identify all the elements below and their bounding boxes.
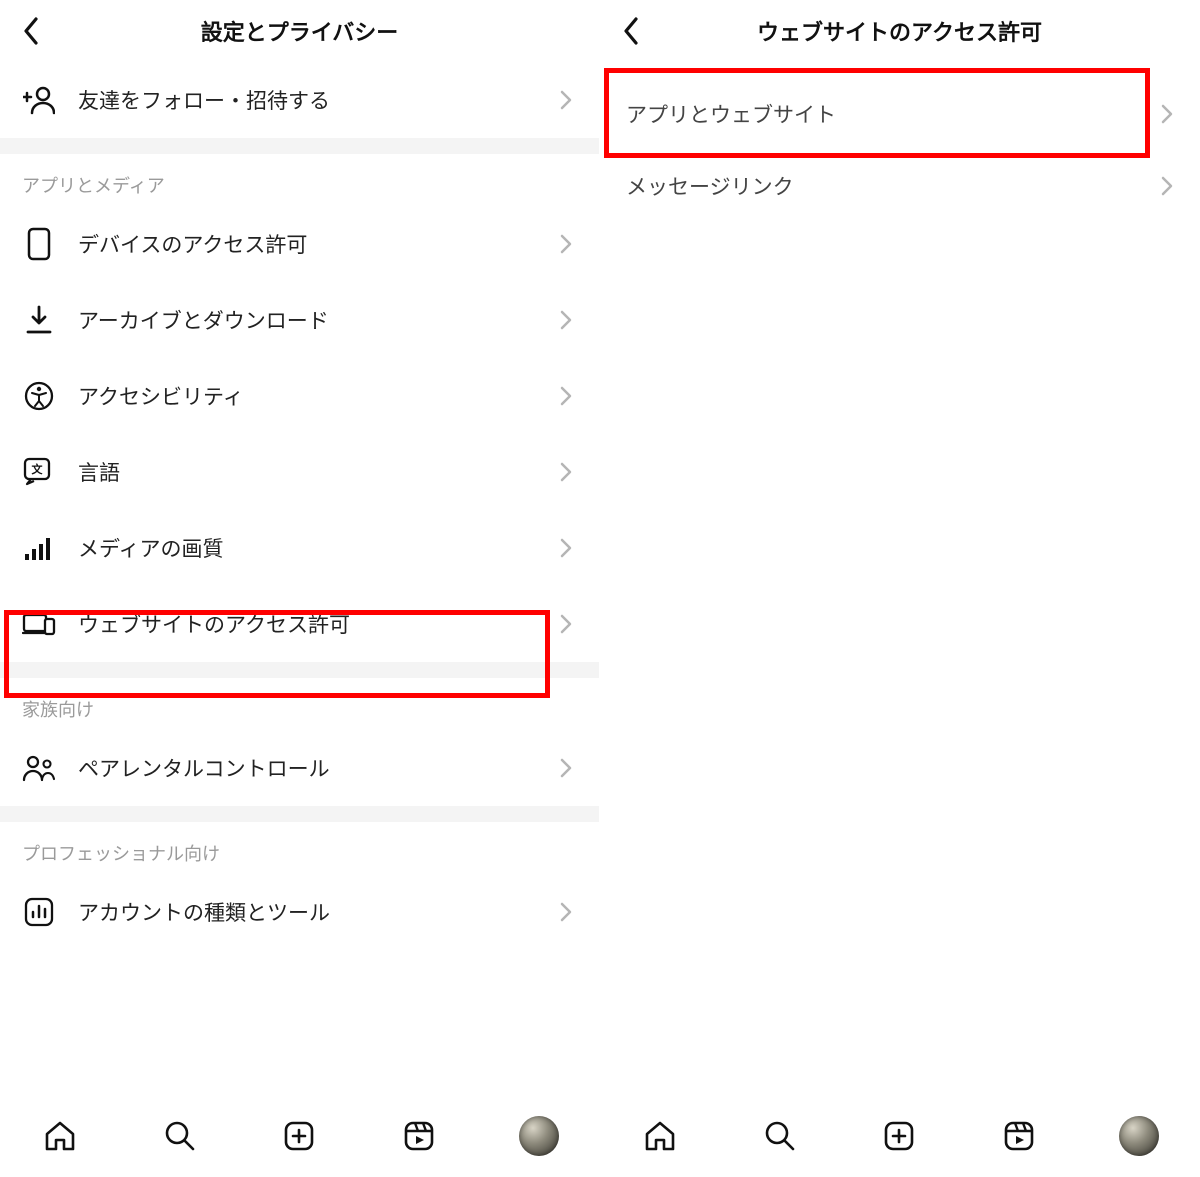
content-left: 友達をフォロー・招待する アプリとメディア デバイスのアクセス許可 [0, 62, 599, 1093]
devices-icon [22, 607, 56, 641]
row-label: 友達をフォロー・招待する [78, 85, 555, 115]
row-apps-websites[interactable]: アプリとウェブサイト [600, 78, 1199, 150]
row-accessibility[interactable]: アクセシビリティ [0, 358, 599, 434]
nav-create[interactable] [877, 1114, 921, 1158]
chevron-left-icon [22, 17, 40, 45]
section-header-apps-media: アプリとメディア [0, 154, 599, 206]
row-label: ペアレンタルコントロール [78, 753, 555, 783]
nav-search[interactable] [158, 1114, 202, 1158]
row-device-permissions[interactable]: デバイスのアクセス許可 [0, 206, 599, 282]
chevron-right-icon [555, 537, 577, 559]
chevron-right-icon [1161, 176, 1173, 196]
avatar-icon [519, 1116, 559, 1156]
row-invite-friends[interactable]: 友達をフォロー・招待する [0, 62, 599, 138]
chevron-left-icon [622, 17, 640, 45]
nav-home[interactable] [38, 1114, 82, 1158]
row-website-permissions[interactable]: ウェブサイトのアクセス許可 [0, 586, 599, 662]
content-right: アプリとウェブサイト メッセージリンク [600, 62, 1199, 1093]
bottom-nav-right [600, 1093, 1199, 1177]
home-icon [643, 1119, 677, 1153]
header-right: ウェブサイトのアクセス許可 [600, 0, 1199, 62]
accessibility-icon [22, 379, 56, 413]
language-icon: 文 [22, 455, 56, 489]
plus-square-icon [283, 1120, 315, 1152]
row-label: アクセシビリティ [78, 381, 555, 411]
chevron-right-icon [1161, 104, 1173, 124]
row-media-quality[interactable]: メディアの画質 [0, 510, 599, 586]
chevron-right-icon [555, 309, 577, 331]
chevron-right-icon [555, 613, 577, 635]
row-archive-download[interactable]: アーカイブとダウンロード [0, 282, 599, 358]
section-header-family: 家族向け [0, 678, 599, 730]
back-button[interactable] [614, 14, 648, 48]
phone-left: 設定とプライバシー 友達をフォロー・招待する アプリとメディア デバイスのア [0, 0, 600, 1177]
row-label: ウェブサイトのアクセス許可 [78, 609, 555, 639]
nav-reels[interactable] [997, 1114, 1041, 1158]
row-label: メディアの画質 [78, 533, 555, 563]
row-language[interactable]: 文 言語 [0, 434, 599, 510]
phone-right: ウェブサイトのアクセス許可 アプリとウェブサイト メッセージリンク [600, 0, 1200, 1177]
nav-create[interactable] [277, 1114, 321, 1158]
nav-profile[interactable] [1117, 1114, 1161, 1158]
chevron-right-icon [555, 757, 577, 779]
chevron-right-icon [555, 901, 577, 923]
bottom-nav-left [0, 1093, 599, 1177]
nav-profile[interactable] [517, 1114, 561, 1158]
nav-home[interactable] [638, 1114, 682, 1158]
row-label: 言語 [78, 457, 555, 487]
row-label: デバイスのアクセス許可 [78, 229, 555, 259]
search-icon [763, 1119, 797, 1153]
chevron-right-icon [555, 461, 577, 483]
phone-icon [22, 227, 56, 261]
download-icon [22, 303, 56, 337]
section-divider [0, 662, 599, 678]
section-divider [0, 138, 599, 154]
search-icon [163, 1119, 197, 1153]
avatar-icon [1119, 1116, 1159, 1156]
reels-icon [1003, 1120, 1035, 1152]
row-account-type-tools[interactable]: アカウントの種類とツール [0, 874, 599, 950]
header-left: 設定とプライバシー [0, 0, 599, 62]
nav-search[interactable] [758, 1114, 802, 1158]
home-icon [43, 1119, 77, 1153]
row-label: アーカイブとダウンロード [78, 305, 555, 335]
row-label: メッセージリンク [626, 171, 1161, 201]
nav-reels[interactable] [397, 1114, 441, 1158]
chevron-right-icon [555, 233, 577, 255]
chart-icon [22, 895, 56, 929]
svg-text:文: 文 [32, 462, 44, 476]
chevron-right-icon [555, 385, 577, 407]
people-icon [22, 751, 56, 785]
page-title: 設定とプライバシー [201, 15, 399, 47]
row-message-links[interactable]: メッセージリンク [600, 150, 1199, 222]
row-label: アプリとウェブサイト [626, 99, 1161, 129]
section-header-professional: プロフェッショナル向け [0, 822, 599, 874]
row-parental-controls[interactable]: ペアレンタルコントロール [0, 730, 599, 806]
section-divider [0, 806, 599, 822]
page-title: ウェブサイトのアクセス許可 [757, 15, 1042, 47]
chevron-right-icon [555, 89, 577, 111]
signal-bars-icon [22, 531, 56, 565]
reels-icon [403, 1120, 435, 1152]
add-friend-icon [22, 83, 56, 117]
back-button[interactable] [14, 14, 48, 48]
row-label: アカウントの種類とツール [78, 897, 555, 927]
plus-square-icon [883, 1120, 915, 1152]
